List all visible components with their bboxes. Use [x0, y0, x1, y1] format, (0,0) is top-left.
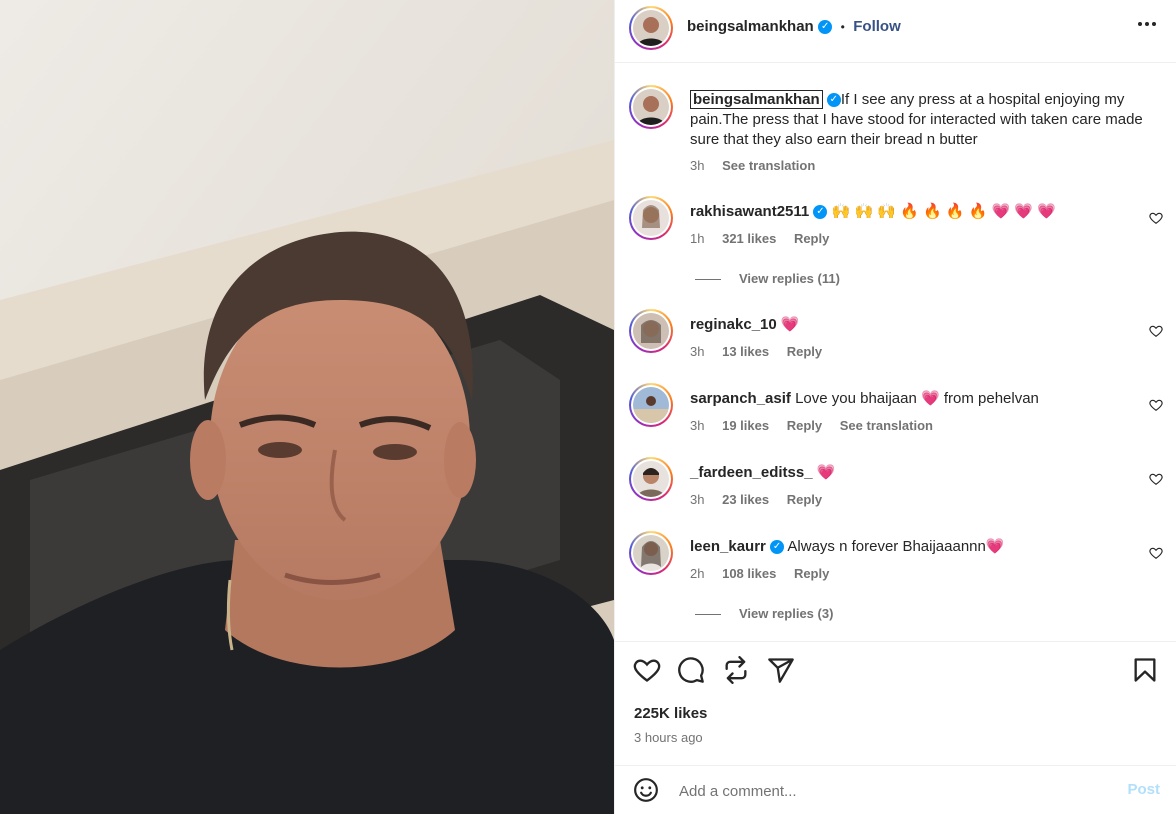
comment-text: 💗	[780, 316, 800, 333]
header-separator: •	[840, 20, 845, 34]
comment-likes[interactable]: 108 likes	[722, 566, 776, 581]
instagram-post-view: beingsalmankhan ✓ • Follow beingsalmankh…	[0, 0, 1176, 814]
heart-icon[interactable]	[633, 656, 661, 684]
post-header: beingsalmankhan ✓ • Follow	[615, 0, 1176, 63]
caption-row: beingsalmankhan ✓ If I see any press at a…	[615, 83, 1176, 183]
author-avatar[interactable]	[629, 6, 673, 50]
comment-row: _fardeen_editss_ 💗 3h 23 likes Reply	[615, 457, 1176, 517]
reply-button[interactable]: Reply	[794, 566, 829, 581]
comment-like-heart-icon[interactable]	[1149, 324, 1163, 338]
reply-button[interactable]: Reply	[787, 344, 822, 359]
reply-button[interactable]: Reply	[794, 231, 829, 246]
likes-count[interactable]: 225K likes	[634, 705, 707, 722]
post-comment-button[interactable]: Post	[1127, 781, 1160, 798]
comment-time: 3h	[690, 492, 705, 507]
comment-text: 🙌 🙌 🙌 🔥 🔥 🔥 🔥 💗 💗 💗	[831, 203, 1056, 220]
comment-meta: 2h 108 likes Reply	[690, 566, 843, 581]
comment-meta: 3h 19 likes Reply See translation	[690, 418, 947, 433]
comment-text: Always n forever Bhaijaaannn💗	[787, 538, 1005, 555]
comment-row: sarpanch_asif Love you bhaijaan 💗 from p…	[615, 383, 1176, 443]
replies-line	[695, 279, 721, 281]
comments-list[interactable]: beingsalmankhan ✓ If I see any press at a…	[615, 63, 1176, 641]
comment-time: 3h	[690, 344, 705, 359]
author-avatar-image	[633, 10, 669, 46]
more-options-icon[interactable]	[1137, 14, 1157, 40]
comment-like-heart-icon[interactable]	[1149, 472, 1163, 486]
comment-body: leen_kaurr ✓ Always n forever Bhaijaaann…	[690, 537, 1005, 557]
emoji-icon[interactable]	[633, 777, 659, 803]
caption-username[interactable]: beingsalmankhan	[690, 90, 823, 109]
comment-username[interactable]: rakhisawant2511	[690, 203, 809, 220]
comment-username[interactable]: _fardeen_editss_	[690, 464, 813, 481]
comment-time: 3h	[690, 418, 705, 433]
caption-see-translation[interactable]: See translation	[722, 158, 815, 173]
comment-avatar[interactable]	[629, 383, 673, 427]
verified-badge-icon: ✓	[770, 540, 785, 555]
comment-avatar[interactable]	[629, 309, 673, 353]
comment-row: leen_kaurr ✓ Always n forever Bhaijaaann…	[615, 531, 1176, 631]
bookmark-icon[interactable]	[1131, 656, 1159, 684]
comment-avatar[interactable]	[629, 531, 673, 575]
comment-body: sarpanch_asif Love you bhaijaan 💗 from p…	[690, 389, 1039, 409]
see-translation-button[interactable]: See translation	[840, 418, 933, 433]
comment-time: 1h	[690, 231, 705, 246]
reply-button[interactable]: Reply	[787, 418, 822, 433]
caption-time: 3h	[690, 158, 705, 173]
comment-row: reginakc_10 💗 3h 13 likes Reply	[615, 309, 1176, 369]
post-photo[interactable]	[0, 0, 614, 814]
comment-meta: 1h 321 likes Reply	[690, 231, 843, 246]
comment-text: Love you bhaijaan 💗 from pehelvan	[795, 390, 1039, 407]
reply-button[interactable]: Reply	[787, 492, 822, 507]
comment-text: 💗	[816, 464, 836, 481]
comment-avatar[interactable]	[629, 196, 673, 240]
view-replies-button[interactable]: View replies (3)	[695, 606, 833, 621]
comment-like-heart-icon[interactable]	[1149, 398, 1163, 412]
comment-likes[interactable]: 19 likes	[722, 418, 769, 433]
caption-text-block: beingsalmankhan ✓ If I see any press at a…	[690, 90, 1160, 150]
follow-button[interactable]: Follow	[853, 18, 901, 35]
comment-meta: 3h 13 likes Reply	[690, 344, 836, 359]
header-author-line: beingsalmankhan ✓ • Follow	[687, 18, 901, 36]
verified-badge-icon: ✓	[813, 205, 828, 220]
verified-badge-icon: ✓	[818, 19, 833, 34]
verified-badge-icon: ✓	[826, 93, 841, 108]
replies-line	[695, 614, 721, 616]
comment-likes[interactable]: 23 likes	[722, 492, 769, 507]
comment-likes[interactable]: 13 likes	[722, 344, 769, 359]
comment-like-heart-icon[interactable]	[1149, 211, 1163, 225]
comment-username[interactable]: sarpanch_asif	[690, 390, 791, 407]
caption-avatar[interactable]	[629, 85, 673, 129]
comment-username[interactable]: reginakc_10	[690, 316, 777, 333]
comment-like-heart-icon[interactable]	[1149, 546, 1163, 560]
post-side-panel: beingsalmankhan ✓ • Follow beingsalmankh…	[614, 0, 1176, 814]
comment-time: 2h	[690, 566, 705, 581]
view-replies-button[interactable]: View replies (11)	[695, 271, 840, 286]
repost-icon[interactable]	[722, 656, 750, 684]
comment-bubble-icon[interactable]	[677, 656, 705, 684]
comment-username[interactable]: leen_kaurr	[690, 538, 766, 555]
comment-input[interactable]	[677, 778, 1101, 804]
comment-likes[interactable]: 321 likes	[722, 231, 776, 246]
comment-body: _fardeen_editss_ 💗	[690, 463, 835, 483]
comment-composer: Post	[615, 765, 1176, 815]
selfie-image	[0, 0, 614, 814]
comment-row: rakhisawant2511 ✓ 🙌 🙌 🙌 🔥 🔥 🔥 🔥 💗 💗 💗 1h…	[615, 196, 1176, 296]
comment-body: rakhisawant2511 ✓ 🙌 🙌 🙌 🔥 🔥 🔥 🔥 💗 💗 💗	[690, 202, 1120, 222]
share-plane-icon[interactable]	[767, 656, 795, 684]
comment-body: reginakc_10 💗	[690, 315, 800, 335]
post-time: 3 hours ago	[634, 730, 703, 745]
post-actions: 225K likes 3 hours ago	[615, 641, 1176, 766]
comment-avatar[interactable]	[629, 457, 673, 501]
comment-meta: 3h 23 likes Reply	[690, 492, 836, 507]
caption-meta: 3h See translation	[690, 158, 829, 173]
author-username[interactable]: beingsalmankhan	[687, 18, 814, 35]
